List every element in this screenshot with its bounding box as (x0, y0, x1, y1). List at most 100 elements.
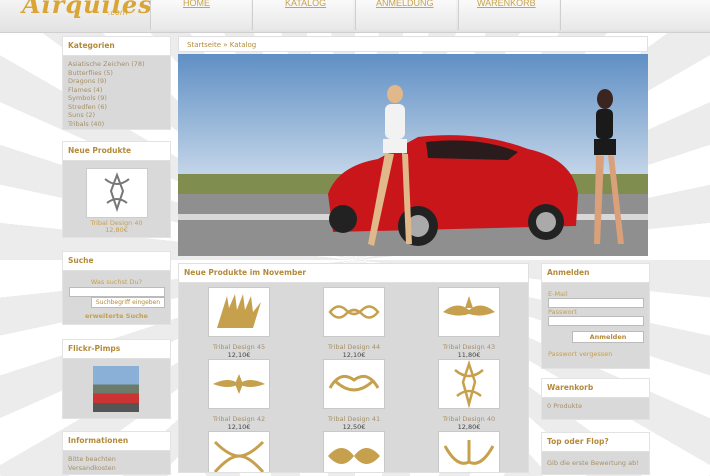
product-card[interactable] (299, 431, 409, 472)
search-title: Suche (63, 252, 170, 271)
site-logo[interactable]: Airquiles (22, 0, 153, 19)
new-products-panel: Neue Produkte im November Tribal Design … (178, 263, 529, 473)
nav-tab-empty (560, 0, 710, 30)
categories-list: Asiatische Zeichen (78) Butterflies (5) … (63, 56, 170, 132)
product-name[interactable]: Tribal Design 42 (184, 415, 294, 423)
product-name[interactable]: Tribal Design 41 (299, 415, 409, 423)
tribal-38-icon (328, 448, 380, 464)
tribal-40-icon (454, 360, 484, 409)
info-link[interactable]: Bitte beachten (68, 455, 165, 464)
product-image[interactable] (438, 359, 500, 409)
product-image[interactable] (323, 287, 385, 337)
poll-title: Top oder Flop? (542, 433, 649, 452)
product-card[interactable]: Tribal Design 43 11,80€ (414, 287, 524, 359)
product-price: 12,10€ (227, 423, 251, 431)
email-label: E-Mail (548, 290, 568, 298)
nav-tab-katalog[interactable]: KATALOG (252, 0, 353, 30)
product-card[interactable] (184, 431, 294, 472)
product-price: 12,50€ (342, 423, 366, 431)
categories-box: Kategorien Asiatische Zeichen (78) Butte… (62, 36, 171, 130)
search-box: Suche Was suchst Du? Suchbegriff eingebe… (62, 251, 171, 325)
product-image[interactable] (438, 431, 500, 472)
tribal-42-icon (213, 374, 265, 394)
email-field[interactable] (548, 298, 644, 308)
product-price: 12,10€ (227, 351, 251, 359)
product-name[interactable]: Tribal Design 40 (414, 415, 524, 423)
product-card[interactable] (414, 431, 524, 472)
new-products-title: Neue Produkte im November (179, 264, 528, 283)
info-link[interactable]: Versandkosten (68, 464, 165, 473)
category-link[interactable]: Flames (4) (68, 86, 165, 95)
product-image[interactable] (208, 431, 270, 472)
product-card[interactable]: Tribal Design 42 12,10€ (184, 359, 294, 431)
product-card[interactable]: Tribal Design 41 12,50€ (299, 359, 409, 431)
password-label: Passwort (548, 308, 577, 316)
category-link[interactable]: Stredfen (6) (68, 103, 165, 112)
tribal-44-icon (328, 305, 380, 319)
product-name[interactable]: Tribal Design 43 (414, 343, 524, 351)
new-products-side-title: Neue Produkte (63, 142, 170, 161)
product-card[interactable]: Tribal Design 44 12,10€ (299, 287, 409, 359)
nav-katalog-link[interactable]: KATALOG (285, 0, 326, 8)
cart-box: Warenkorb 0 Produkte (541, 378, 650, 420)
product-price: 12,80€ (457, 423, 481, 431)
tribal-icon (104, 172, 130, 213)
product-image[interactable] (208, 359, 270, 409)
tribal-45-icon (217, 294, 261, 328)
category-link[interactable]: Tribals (40) (68, 120, 165, 129)
tribal-37-icon (443, 440, 495, 465)
login-box: Anmelden E-Mail Passwort Anmelden Passwo… (541, 263, 650, 369)
nav-tab-warenkorb[interactable]: WARENKORB (458, 0, 559, 30)
category-link[interactable]: Asiatische Zeichen (78) (68, 60, 165, 69)
cart-content: 0 Produkte (547, 402, 583, 410)
new-products-side-box: Neue Produkte Tribal Design 40 12,80€ (62, 141, 171, 238)
product-name[interactable]: Tribal Design 45 (184, 343, 294, 351)
password-field[interactable] (548, 316, 644, 326)
search-input[interactable] (69, 287, 165, 297)
nav-anmeldung-link[interactable]: ANMELDUNG (376, 0, 434, 8)
header-bar: Airquiles .com HOME KATALOG ANMELDUNG WA… (0, 0, 710, 33)
nav-tab-anmeldung[interactable]: ANMELDUNG (355, 0, 456, 30)
advanced-search-link[interactable]: erweiterte Suche (63, 312, 170, 320)
flickr-photo[interactable] (93, 366, 139, 412)
tribal-43-icon (443, 296, 495, 316)
flickr-box: Flickr-Pimps (62, 339, 171, 419)
product-card[interactable]: Tribal Design 45 12,10€ (184, 287, 294, 359)
banner-image (178, 54, 648, 256)
login-title: Anmelden (542, 264, 649, 283)
cart-title[interactable]: Warenkorb (542, 379, 649, 398)
flickr-title: Flickr-Pimps (63, 340, 170, 359)
category-link[interactable]: Dragons (9) (68, 77, 165, 86)
product-image[interactable] (438, 287, 500, 337)
categories-title: Kategorien (63, 37, 170, 56)
product-image[interactable] (323, 359, 385, 409)
breadcrumb[interactable]: Startseite » Katalog (178, 36, 648, 52)
tribal-39-icon (213, 440, 265, 472)
poll-text[interactable]: Gib die erste Bewertung ab! (542, 452, 649, 472)
category-link[interactable]: Symbols (9) (68, 94, 165, 103)
nav-warenkorb-link[interactable]: WARENKORB (477, 0, 536, 8)
category-link[interactable]: Suns (2) (68, 111, 165, 120)
category-link[interactable]: Butterflies (5) (68, 69, 165, 78)
forgot-password-link[interactable]: Passwort vergessen (548, 350, 612, 358)
search-label: Was suchst Du? (90, 278, 143, 286)
search-submit-button[interactable]: Suchbegriff eingeben (91, 297, 165, 308)
info-box: Informationen Bitte beachten Versandkost… (62, 431, 171, 475)
nav-home-link[interactable]: HOME (183, 0, 210, 8)
side-product-price: 12,80€ (105, 226, 128, 234)
side-product-image[interactable] (86, 168, 148, 218)
tribal-41-icon (328, 374, 380, 392)
product-name[interactable]: Tribal Design 44 (299, 343, 409, 351)
site-logo-suffix: .com (108, 8, 128, 17)
nav-tab-home[interactable]: HOME (150, 0, 251, 30)
product-price: 12,10€ (342, 351, 366, 359)
info-list: Bitte beachten Versandkosten (63, 451, 170, 476)
product-card[interactable]: Tribal Design 40 12,80€ (414, 359, 524, 431)
login-button[interactable]: Anmelden (572, 331, 644, 343)
car-banner-graphic (178, 54, 648, 256)
poll-box: Top oder Flop? Gib die erste Bewertung a… (541, 432, 650, 475)
info-title: Informationen (63, 432, 170, 451)
product-image[interactable] (323, 431, 385, 472)
product-image[interactable] (208, 287, 270, 337)
product-price: 11,80€ (457, 351, 481, 359)
